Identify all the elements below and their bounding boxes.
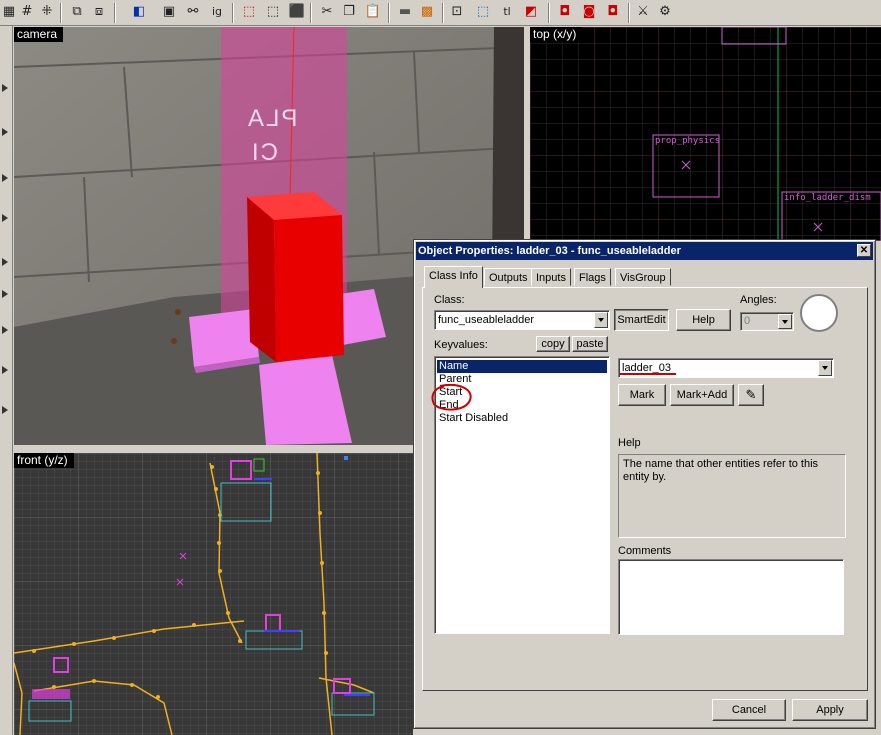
dialog-title: Object Properties: ladder_03 - func_usea…: [418, 245, 681, 257]
close-button[interactable]: ✕: [857, 244, 871, 257]
toggle-tl-icon[interactable]: tl: [498, 3, 516, 21]
select-icon[interactable]: ⬚: [474, 3, 492, 21]
object-properties-dialog: Object Properties: ladder_03 - func_usea…: [413, 239, 876, 729]
angle-dial-icon[interactable]: [798, 292, 840, 334]
expand-arrow-icon[interactable]: [2, 214, 8, 222]
value-underline-annotation: [620, 373, 676, 375]
texture-bar-icon[interactable]: ▬: [396, 3, 414, 21]
class-label: Class:: [434, 294, 465, 306]
carve-icon[interactable]: ◧: [130, 3, 148, 21]
tab-visgroup[interactable]: VisGroup: [615, 268, 671, 286]
cut-icon[interactable]: ✂: [318, 3, 336, 21]
chevron-down-icon[interactable]: [778, 314, 792, 329]
ungroup-icon[interactable]: ⧈: [90, 3, 108, 21]
help-text: The name that other entities refer to th…: [618, 454, 846, 538]
eyedropper-button[interactable]: ✎: [738, 384, 764, 406]
left-toolstrip: [0, 26, 13, 735]
comments-label: Comments: [618, 545, 672, 557]
start-end-annotation: [431, 384, 472, 411]
keyvalues-label: Keyvalues:: [434, 339, 488, 351]
tab-label: Inputs: [536, 272, 566, 284]
wall-text-line1: PLA: [246, 105, 298, 132]
angles-label: Angles:: [740, 294, 777, 306]
copy-button[interactable]: copy: [536, 336, 570, 352]
ignore-groups-icon[interactable]: ig: [208, 3, 226, 21]
front-viewport-label[interactable]: front (y/z): [14, 453, 74, 468]
expand-arrow-icon[interactable]: [2, 290, 8, 298]
cube-icon[interactable]: ⬛: [288, 3, 306, 21]
show-icon[interactable]: ⬚: [264, 3, 282, 21]
main-toolbar: ▦ # ⁜ ⧉ ⧈ ◧ ▣ ⚯ ig ⬚ ⬚ ⬛ ✂ ❐ 📋 ▬ ▩ ⊡ ⬚ t…: [0, 0, 881, 26]
front-viewport[interactable]: front (y/z): [14, 453, 413, 735]
tab-outputs[interactable]: Outputs: [484, 268, 533, 286]
eyedropper-icon: ✎: [745, 387, 757, 402]
apply-button[interactable]: Apply: [792, 699, 868, 721]
dialog-titlebar[interactable]: Object Properties: ladder_03 - func_usea…: [416, 242, 873, 260]
expand-arrow-icon[interactable]: [2, 84, 8, 92]
top-viewport[interactable]: prop_physics info_ladder_dism top (x/y): [530, 27, 881, 241]
compile-icon[interactable]: ⚙: [656, 3, 674, 21]
help-heading: Help: [618, 437, 641, 449]
list-item[interactable]: Name: [437, 360, 607, 373]
chevron-down-icon[interactable]: [594, 312, 608, 328]
close-icon: ✕: [859, 245, 869, 256]
expand-arrow-icon[interactable]: [2, 326, 8, 334]
expand-arrow-icon[interactable]: [2, 174, 8, 182]
prop-physics-label: prop_physics: [655, 136, 721, 146]
tab-label: Outputs: [489, 272, 528, 284]
mark-add-button[interactable]: Mark+Add: [670, 384, 734, 406]
texture-apply-icon[interactable]: ▣: [160, 3, 178, 21]
hide-objects-icon[interactable]: ◘: [556, 3, 574, 21]
cordon-icon[interactable]: ◘: [604, 3, 622, 21]
cancel-button[interactable]: Cancel: [712, 699, 786, 721]
expand-arrow-icon[interactable]: [2, 128, 8, 136]
selection-box-icon[interactable]: ⊡: [448, 3, 466, 21]
model-icon[interactable]: ◩: [522, 3, 540, 21]
checker-icon[interactable]: ▩: [418, 3, 436, 21]
class-select-value: func_useableladder: [438, 314, 535, 326]
front-grid: [14, 453, 413, 735]
angles-select[interactable]: 0: [740, 312, 794, 331]
hide-icon[interactable]: ⬚: [240, 3, 258, 21]
top-viewport-label[interactable]: top (x/y): [530, 27, 583, 42]
angles-value: 0: [744, 315, 751, 327]
help-button[interactable]: Help: [676, 309, 731, 331]
expand-arrow-icon[interactable]: [2, 258, 8, 266]
grid-icon[interactable]: ▦: [0, 3, 18, 21]
expand-arrow-icon[interactable]: [2, 406, 8, 414]
top-grid: [530, 27, 881, 241]
paste-button[interactable]: paste: [572, 336, 608, 352]
info-ladder-label: info_ladder_dism: [784, 193, 871, 203]
tab-label: Class Info: [429, 270, 478, 282]
paste-icon[interactable]: 📋: [364, 3, 382, 21]
comments-textarea[interactable]: [618, 559, 844, 635]
tab-class-info[interactable]: Class Info: [424, 266, 483, 288]
grid-small-icon[interactable]: #: [18, 3, 36, 21]
grid-dots-icon[interactable]: ⁜: [38, 3, 56, 21]
copy-icon[interactable]: ❐: [340, 3, 358, 21]
expand-arrow-icon[interactable]: [2, 366, 8, 374]
tab-inputs[interactable]: Inputs: [531, 268, 571, 286]
group-icon[interactable]: ⧉: [68, 3, 86, 21]
chevron-down-icon[interactable]: [818, 360, 832, 376]
radius-culling-icon[interactable]: ◙: [580, 3, 598, 21]
scissors-tool-icon[interactable]: ⚔: [634, 3, 652, 21]
mark-button[interactable]: Mark: [618, 384, 666, 406]
tab-label: VisGroup: [620, 272, 666, 284]
texture-lock-icon[interactable]: ⚯: [184, 3, 202, 21]
class-select[interactable]: func_useableladder: [434, 310, 610, 330]
camera-viewport-label[interactable]: camera: [14, 27, 64, 42]
tab-flags[interactable]: Flags: [574, 268, 611, 286]
smartedit-button[interactable]: SmartEdit: [614, 309, 669, 331]
wall-text-line2: CI: [250, 139, 278, 166]
tab-label: Flags: [579, 272, 606, 284]
